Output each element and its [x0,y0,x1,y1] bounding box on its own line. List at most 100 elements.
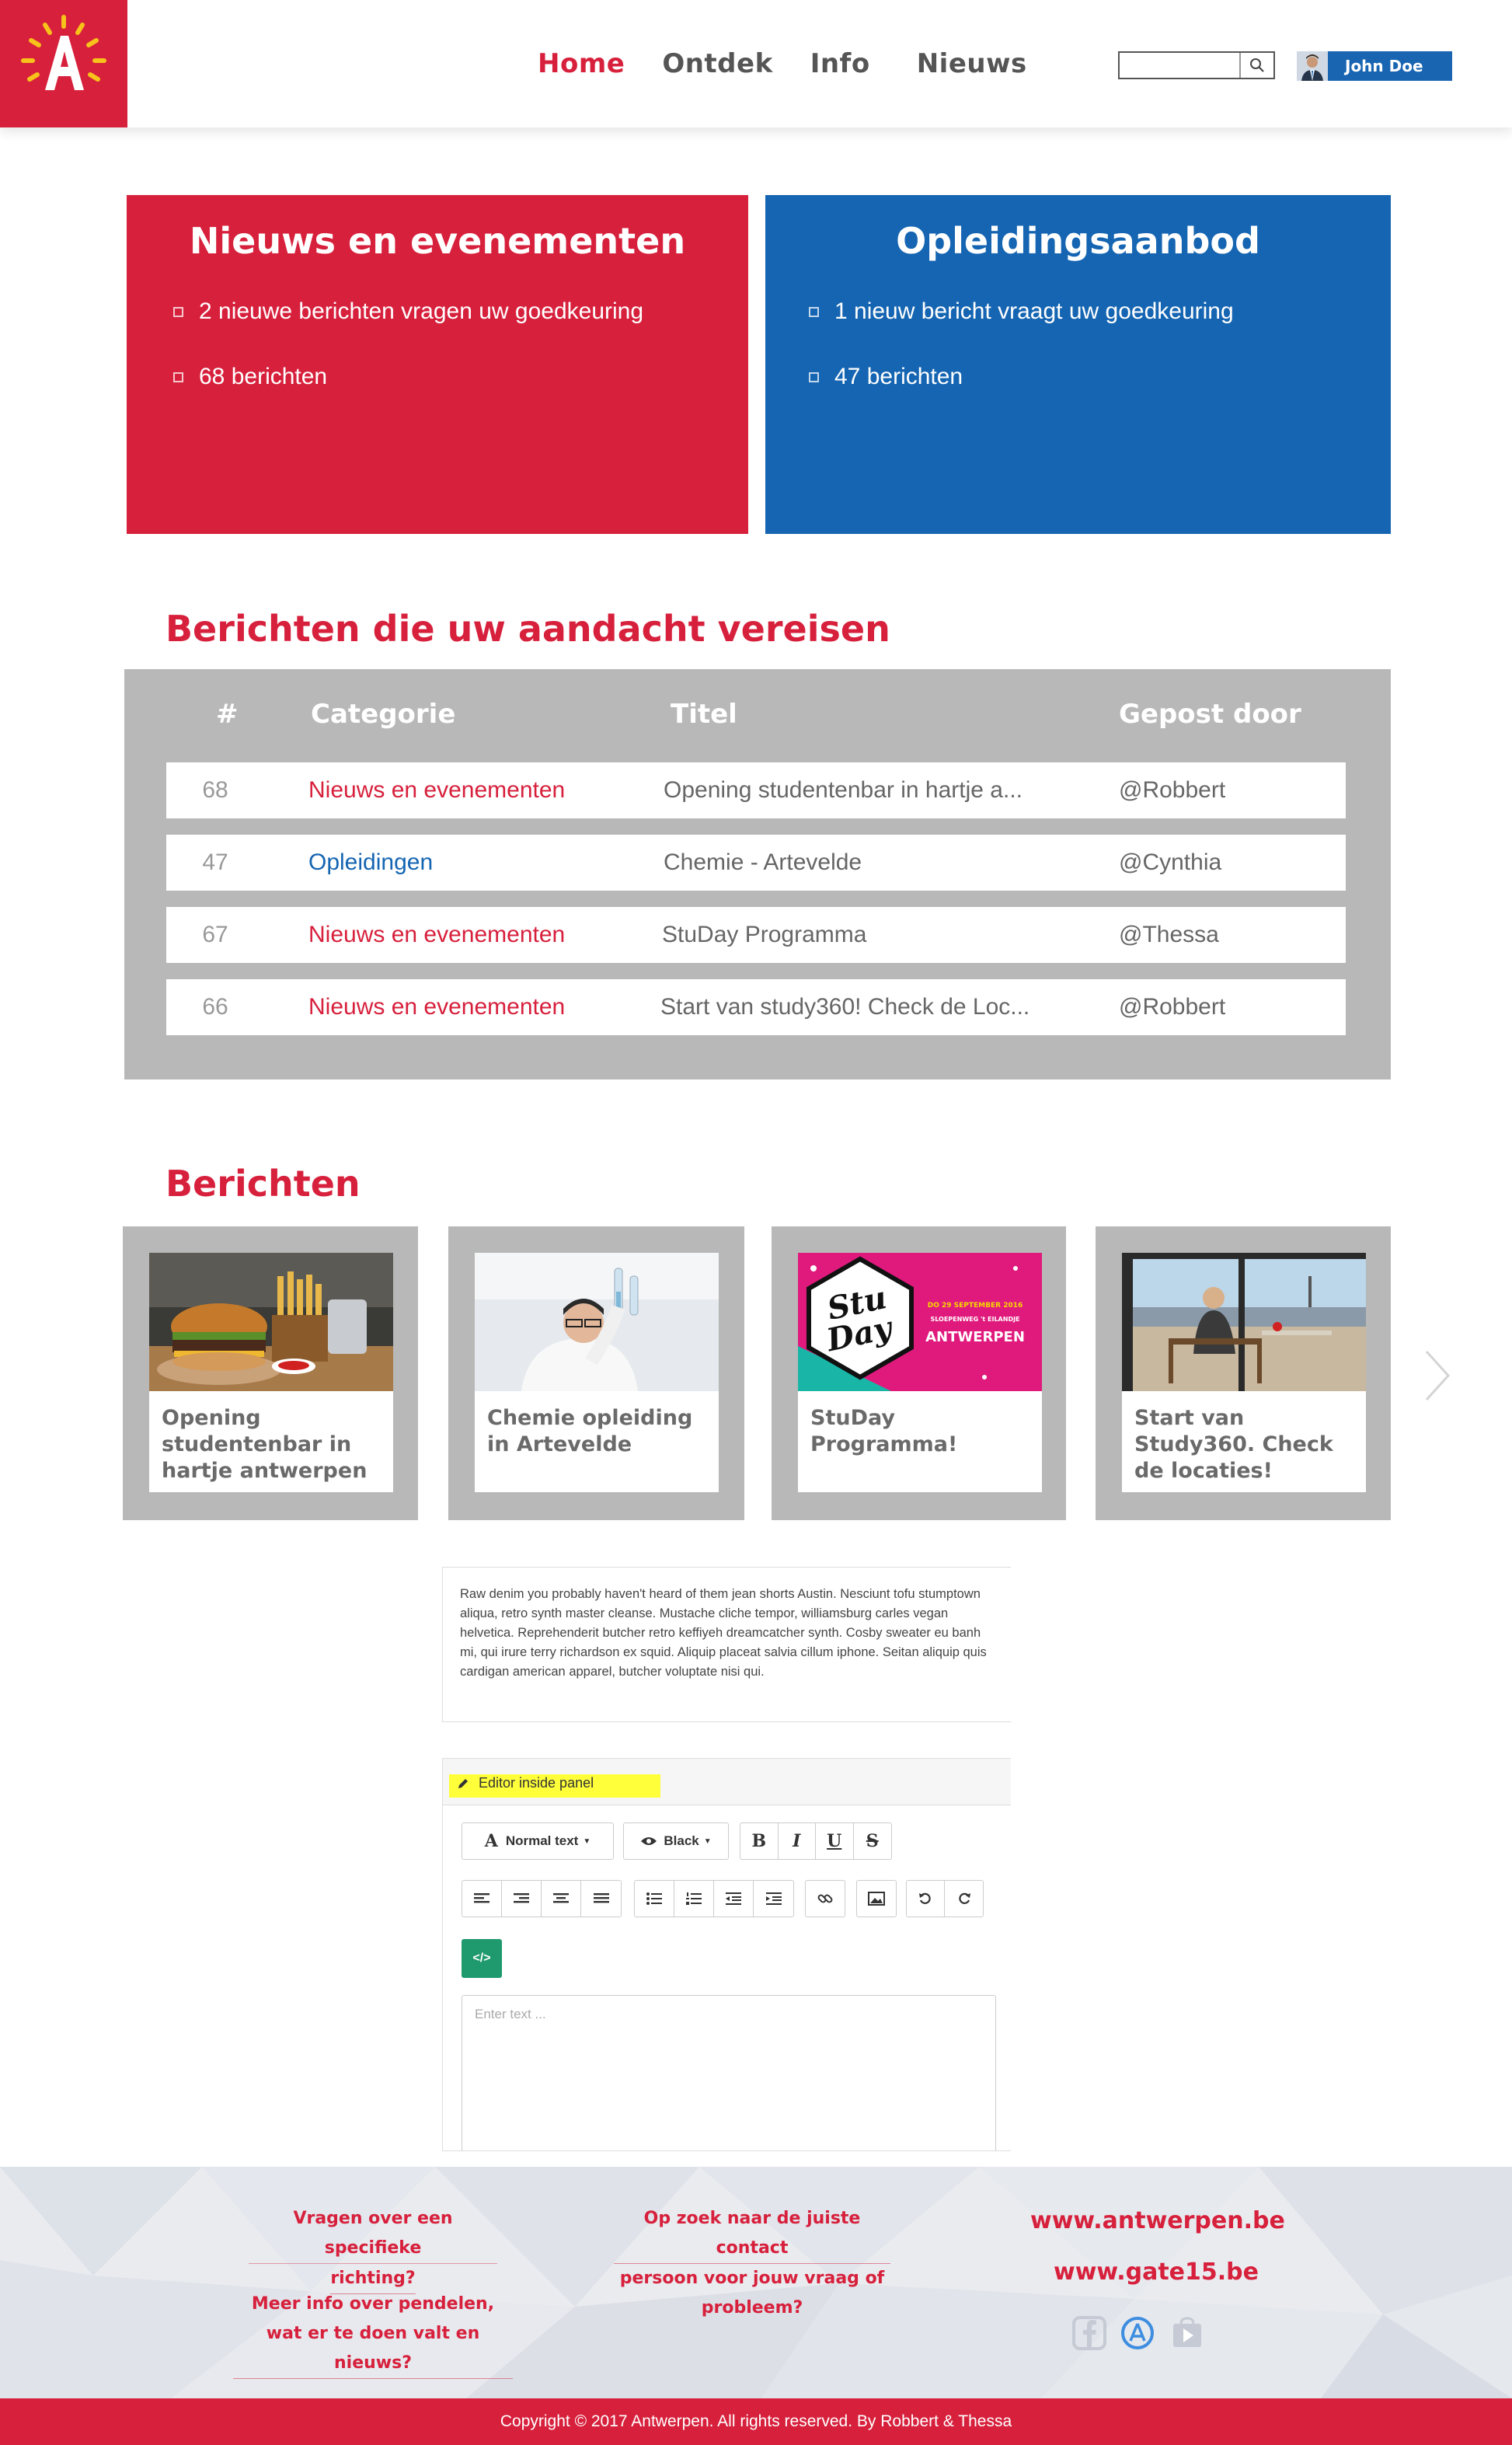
list-item-label: 68 berichten [199,364,328,389]
card-body: Start van Study360. Check de locaties! [1122,1253,1366,1492]
row-user: @Robbert [1119,777,1226,803]
education-panel[interactable]: Opleidingsaanbod 1 nieuw bericht vraagt … [765,195,1391,534]
card-image-chemistry [475,1253,719,1391]
footer-link-line: wat er te doen valt en nieuws? [233,2319,513,2379]
numbered-list-button[interactable] [674,1881,714,1917]
site-header: Home Ontdek Info Nieuws John Doe [0,0,1512,127]
editor-label-text: Editor inside panel [479,1775,594,1791]
table-row[interactable]: 47 Opleidingen Chemie - Artevelde @Cynth… [166,835,1346,891]
italic-button[interactable]: I [779,1823,816,1859]
redo-button[interactable] [945,1881,983,1917]
caret-down-icon: ▼ [703,1836,712,1846]
indent-button[interactable] [754,1881,793,1917]
align-left-icon [474,1893,489,1903]
antwerpen-logo[interactable] [0,0,127,127]
strikethrough-button[interactable]: S [854,1823,892,1859]
list-item[interactable]: 2 nieuwe berichten vragen uw goedkeuring [127,279,748,344]
outdent-button[interactable] [714,1881,754,1917]
table-row[interactable]: 66 Nieuws en evenementen Start van study… [166,979,1346,1035]
bullet-list-icon [646,1892,662,1905]
undo-button[interactable] [907,1881,946,1917]
font-style-value: Normal text [505,1833,579,1848]
format-button-group: B I U S [740,1822,892,1860]
studay-city: ANTWERPEN [925,1329,1025,1345]
image-button[interactable] [856,1880,897,1917]
nav-ontdek[interactable]: Ontdek [662,48,772,79]
footer-link-commuting-info[interactable]: Meer info over pendelen, wat er te doen … [233,2290,513,2379]
card-title: Start van Study360. Check de locaties! [1134,1406,1333,1483]
post-card[interactable]: Stu Day DO 29 SEPTEMBER 2016 SLOEPENWEG … [772,1226,1066,1520]
chevron-right-icon[interactable] [1422,1348,1453,1403]
footer-link-line: Op zoek naar de juiste contact [614,2204,890,2264]
font-style-dropdown[interactable]: A Normal text ▼ [462,1822,614,1860]
post-card[interactable]: Chemie opleiding in Artevelde [448,1226,744,1520]
row-category: Opleidingen [308,849,434,875]
table-header: # Categorie Titel Gepost door [124,699,1391,738]
card-image-burger [149,1253,393,1391]
code-view-button[interactable]: </> [462,1939,502,1978]
align-left-button[interactable] [462,1881,502,1917]
column-header-title: Titel [671,699,737,730]
footer-link-contact-person[interactable]: Op zoek naar de juiste contact persoon v… [614,2204,890,2323]
footer-link-line: Vragen over een specifieke [249,2204,497,2264]
row-category: Nieuws en evenementen [308,994,566,1020]
card-title: StuDay Programma! [810,1406,958,1456]
news-events-panel[interactable]: Nieuws en evenementen 2 nieuwe berichten… [127,195,748,534]
app-store-icon[interactable] [1120,2316,1155,2350]
align-justify-button[interactable] [581,1881,621,1917]
text-color-dropdown[interactable]: Black ▼ [623,1822,729,1860]
row-category: Nieuws en evenementen [308,922,566,947]
nav-nieuws[interactable]: Nieuws [917,48,1027,79]
align-right-button[interactable] [502,1881,542,1917]
link-button[interactable] [805,1880,845,1917]
row-number: 68 [202,777,228,803]
align-center-icon [553,1893,569,1903]
redo-icon [958,1892,970,1904]
user-menu[interactable]: John Doe [1297,51,1452,81]
footer-link-line: persoon voor jouw vraag of [619,2269,885,2288]
eye-icon [641,1837,657,1845]
row-title: StuDay Programma [662,922,867,947]
square-bullet-icon [173,371,183,382]
copyright-bar: Copyright © 2017 Antwerpen. All rights r… [0,2398,1512,2445]
user-name: John Doe [1345,57,1423,75]
post-card[interactable]: Start van Study360. Check de locaties! [1096,1226,1391,1520]
history-button-group [906,1880,984,1917]
facebook-icon[interactable] [1072,2316,1106,2350]
editor-input[interactable] [475,2007,983,2140]
bullet-list-button[interactable] [635,1881,674,1917]
align-center-button[interactable] [542,1881,581,1917]
square-bullet-icon [809,306,819,317]
row-number: 47 [202,849,228,875]
list-item[interactable]: 1 nieuw bericht vraagt uw goedkeuring [765,279,1391,344]
footer-link-specific-direction[interactable]: Vragen over een specifieke richting? [249,2204,497,2294]
row-number: 66 [202,994,228,1020]
card-title: Chemie opleiding in Artevelde [487,1406,693,1456]
search-input[interactable] [1120,53,1239,78]
table-row[interactable]: 67 Nieuws en evenementen StuDay Programm… [166,907,1346,963]
square-bullet-icon [173,306,183,317]
column-header-category: Categorie [311,699,456,730]
outdent-icon [726,1892,741,1905]
undo-icon [919,1892,931,1904]
underline-button[interactable]: U [816,1823,854,1859]
footer-site-antwerpen[interactable]: www.antwerpen.be [1030,2207,1285,2234]
list-item-label: 1 nieuw bericht vraagt uw goedkeuring [834,298,1234,324]
google-play-icon[interactable] [1170,2316,1204,2350]
list-item[interactable]: 47 berichten [765,344,1391,410]
list-item[interactable]: 68 berichten [127,344,748,410]
post-card[interactable]: Opening studentenbar in hartje antwerpen [123,1226,418,1520]
search-button[interactable] [1239,53,1273,78]
align-button-group [462,1880,622,1917]
avatar [1297,51,1328,81]
bold-button[interactable]: B [740,1823,779,1859]
footer-site-gate15[interactable]: www.gate15.be [1054,2258,1259,2286]
card-body: Chemie opleiding in Artevelde [475,1253,719,1492]
table-row[interactable]: 68 Nieuws en evenementen Opening student… [166,762,1346,818]
nav-home[interactable]: Home [538,48,625,79]
list-item-label: 2 nieuwe berichten vragen uw goedkeuring [199,298,644,324]
nav-info[interactable]: Info [810,48,870,79]
footer-link-line: Meer info over pendelen, [251,2294,495,2314]
row-title: Start van study360! Check de Loc... [660,994,1030,1020]
row-user: @Thessa [1119,922,1219,947]
